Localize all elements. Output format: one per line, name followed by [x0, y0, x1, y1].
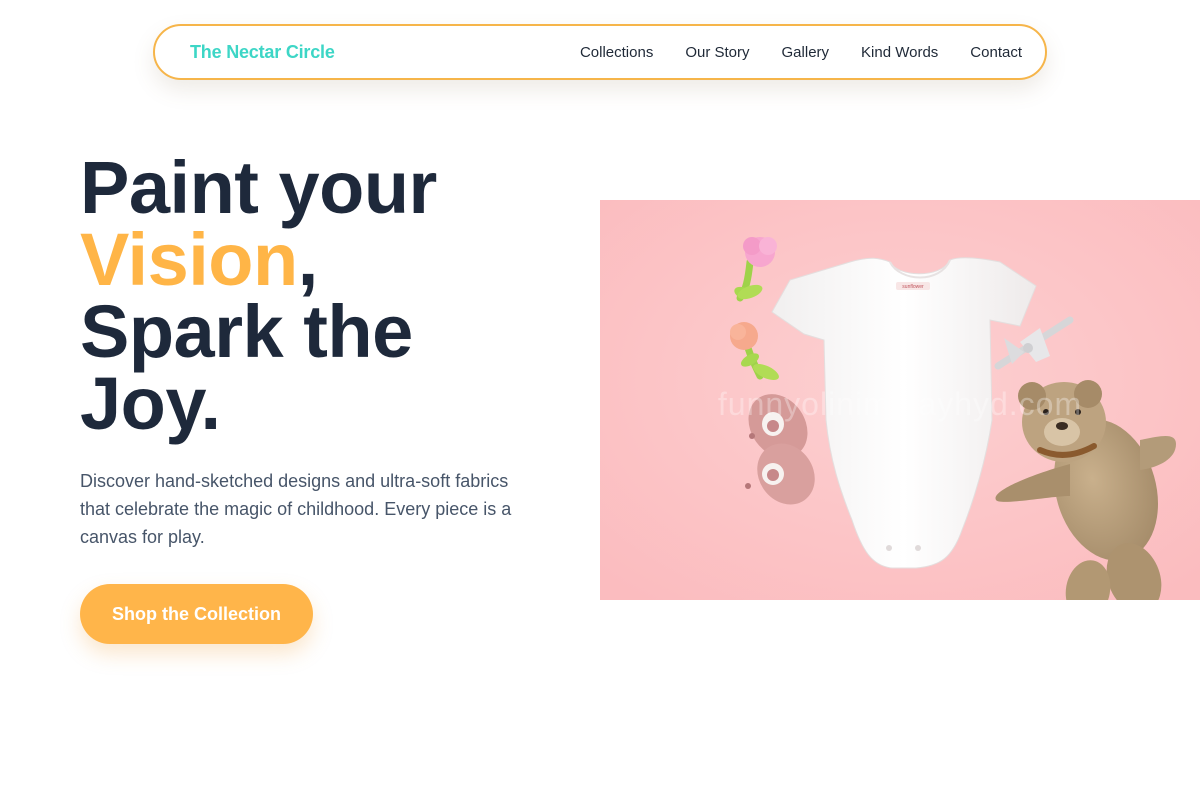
hero-title-accent: Vision [80, 218, 298, 301]
brand-logo-link[interactable]: The Nectar Circle [190, 42, 335, 63]
nav-link-kind-words[interactable]: Kind Words [861, 44, 938, 61]
nav-link-contact[interactable]: Contact [970, 44, 1022, 61]
hero-product-image: funnyolinimmayhyd.com sunflower [600, 200, 1200, 600]
hero-title-line-4: Joy. [80, 362, 221, 445]
shop-collection-button[interactable]: Shop the Collection [80, 584, 313, 644]
hero-title-line-1: Paint your [80, 146, 437, 229]
image-watermark: funnyolinimmayhyd.com [718, 386, 1082, 422]
nav-link-our-story[interactable]: Our Story [685, 44, 749, 61]
landing-page: The Nectar Circle Collections Our Story … [0, 0, 1200, 800]
hero-title-comma: , [297, 218, 319, 301]
hero-title-line-2: Vision, [80, 223, 437, 297]
top-navbar: The Nectar Circle Collections Our Story … [153, 24, 1047, 80]
hero-title-line-3: Spark the [80, 290, 413, 373]
nav-links: Collections Our Story Gallery Kind Words… [548, 44, 1022, 61]
onesie-tag-label: sunflower [902, 284, 924, 290]
hero-description: Discover hand-sketched designs and ultra… [80, 471, 512, 547]
hero-title: Paint your Vision, Spark the Joy. [80, 146, 437, 445]
nav-link-gallery[interactable]: Gallery [782, 44, 830, 61]
nav-link-collections[interactable]: Collections [580, 44, 653, 61]
baby-flatlay-illustration: funnyolinimmayhyd.com sunflower [600, 200, 1200, 600]
